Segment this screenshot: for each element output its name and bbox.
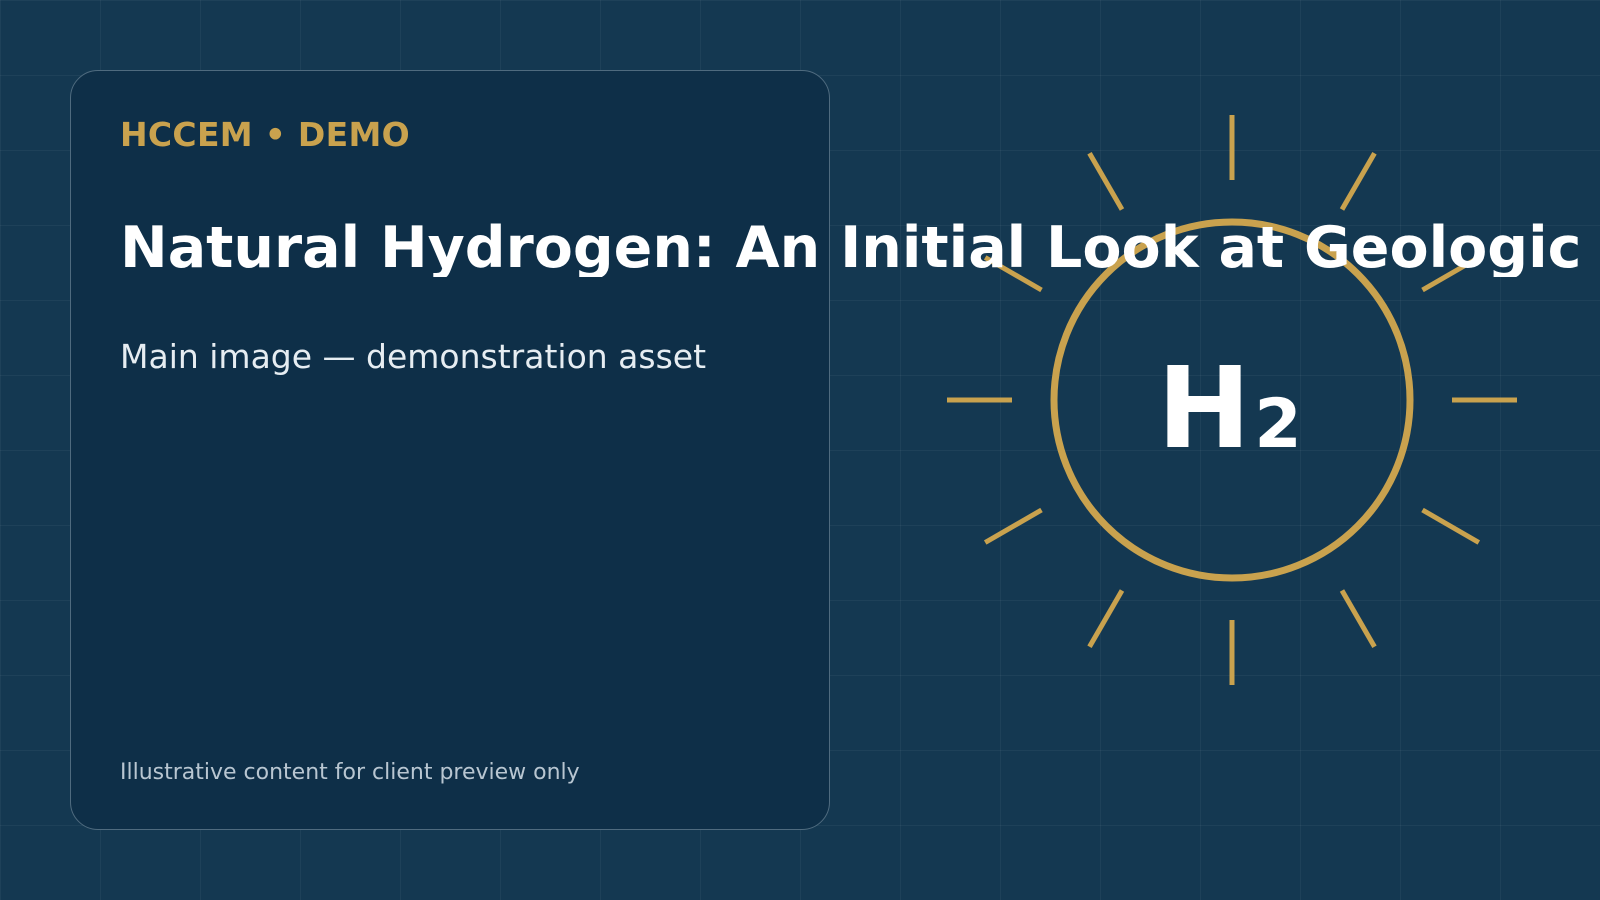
hydrogen-subscript: 2 xyxy=(1254,385,1301,464)
page-title: Natural Hydrogen: An Initial Look at Geo… xyxy=(120,220,1582,277)
eyebrow-label: HCCEM • DEMO xyxy=(120,115,410,154)
disclaimer-text: Illustrative content for client preview … xyxy=(120,760,580,785)
hydrogen-symbol: H xyxy=(1157,344,1251,474)
page-subtitle: Main image — demonstration asset xyxy=(120,337,707,376)
